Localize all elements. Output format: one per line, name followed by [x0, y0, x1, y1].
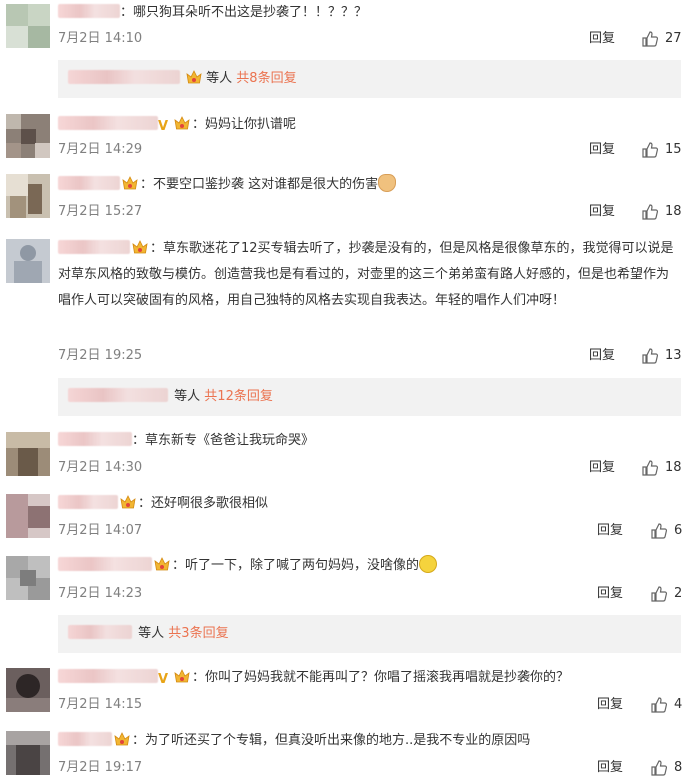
comment-meta: 7月2日 19:17 回复 8 [58, 758, 683, 778]
username[interactable] [58, 732, 112, 746]
like-count: 8 [674, 760, 683, 775]
comment-text: 哪只狗耳朵听不出这是抄袭了！！？？？ [133, 5, 368, 20]
comment-text: 还好啊很多歌很相似 [151, 496, 269, 511]
reply-total-link[interactable]: 共12条回复 [204, 389, 273, 404]
thumbs-up-icon [651, 586, 668, 602]
like-count: 13 [665, 348, 682, 363]
like-count: 15 [665, 142, 682, 157]
username[interactable] [58, 557, 152, 571]
reply-button[interactable]: 回复 [589, 29, 615, 49]
comment-date: 7月2日 19:17 [58, 760, 143, 775]
comment-meta: 7月2日 14:10 回复 27 [58, 29, 682, 49]
vip-crown-icon [119, 494, 137, 510]
pray-emoji-icon [378, 174, 397, 192]
thumbs-up-icon [642, 348, 659, 364]
username[interactable] [58, 495, 118, 509]
comment-date: 7月2日 14:07 [58, 523, 143, 538]
thumbs-up-icon [642, 31, 659, 47]
comment-meta: 7月2日 15:27 回复 18 [58, 202, 682, 222]
comment-date: 7月2日 14:30 [58, 460, 143, 475]
comment-meta: 7月2日 14:29 回复 15 [58, 140, 682, 160]
verified-v-icon: V [158, 672, 169, 687]
reply-users [68, 70, 180, 84]
like-count: 2 [674, 586, 683, 601]
like-count: 18 [665, 204, 682, 219]
comment-date: 7月2日 14:29 [58, 142, 143, 157]
thumbs-up-icon [642, 142, 659, 158]
comment-meta: 7月2日 19:25 回复 13 [58, 346, 682, 366]
avatar[interactable] [6, 4, 50, 48]
vip-crown-icon [173, 668, 191, 684]
like-count: 4 [674, 697, 683, 712]
reply-total-link[interactable]: 共3条回复 [168, 626, 228, 641]
vip-crown-icon [113, 731, 131, 747]
reply-users [68, 388, 168, 402]
comment-date: 7月2日 15:27 [58, 204, 143, 219]
username[interactable] [58, 176, 120, 190]
username[interactable] [58, 4, 120, 18]
reply-button[interactable]: 回复 [589, 140, 615, 160]
avatar[interactable] [6, 174, 50, 218]
comment-text: 妈妈让你扒谱呢 [205, 117, 297, 132]
reply-button[interactable]: 回复 [589, 202, 615, 222]
reply-button[interactable]: 回复 [589, 458, 615, 478]
thumbs-up-icon [651, 523, 668, 539]
comment-meta: 7月2日 14:30 回复 18 [58, 458, 682, 478]
comment-date: 7月2日 14:23 [58, 586, 143, 601]
vip-crown-icon [185, 69, 203, 85]
vip-crown-icon [131, 239, 149, 255]
reply-total-link[interactable]: 共8条回复 [236, 71, 296, 86]
avatar[interactable] [6, 239, 50, 283]
smile-emoji-icon [419, 555, 438, 573]
avatar[interactable] [6, 668, 50, 712]
comment-date: 7月2日 19:25 [58, 348, 143, 363]
like-count: 6 [674, 523, 683, 538]
reply-summary-bar[interactable]: 等人 共12条回复 [58, 378, 681, 416]
username[interactable] [58, 669, 158, 683]
comment-text: 听了一下，除了喊了两句妈妈，没啥像的 [185, 558, 420, 573]
comment-date: 7月2日 14:10 [58, 31, 143, 46]
comment-text: 草东新专《爸爸让我玩命哭》 [145, 433, 315, 448]
avatar[interactable] [6, 114, 50, 158]
username[interactable] [58, 432, 132, 446]
reply-button[interactable]: 回复 [597, 695, 623, 715]
comment-text: 不要空口鉴抄袭 这对谁都是很大的伤害 [153, 177, 379, 192]
reply-summary-bar[interactable]: 等人 共8条回复 [58, 60, 681, 98]
avatar[interactable] [6, 556, 50, 600]
comment-text: 为了听还买了个专辑，但真没听出来像的地方..是我不专业的原因吗 [145, 733, 531, 748]
comment-meta: 7月2日 14:23 回复 2 [58, 584, 683, 604]
thumbs-up-icon [651, 697, 668, 713]
vip-crown-icon [121, 175, 139, 191]
avatar[interactable] [6, 494, 50, 538]
comment-meta: 7月2日 14:15 回复 4 [58, 695, 683, 715]
username[interactable] [58, 116, 158, 130]
vip-crown-icon [173, 115, 191, 131]
avatar[interactable] [6, 432, 50, 476]
avatar[interactable] [6, 731, 50, 775]
username[interactable] [58, 240, 130, 254]
verified-v-icon: V [158, 119, 169, 134]
reply-users [68, 625, 132, 639]
like-count: 18 [665, 460, 682, 475]
reply-button[interactable]: 回复 [597, 584, 623, 604]
reply-summary-bar[interactable]: 等人 共3条回复 [58, 615, 681, 653]
vip-crown-icon [153, 556, 171, 572]
comment-meta: 7月2日 14:07 回复 6 [58, 521, 683, 541]
reply-button[interactable]: 回复 [597, 758, 623, 778]
like-count: 27 [665, 31, 682, 46]
thumbs-up-icon [642, 204, 659, 220]
thumbs-up-icon [651, 760, 668, 776]
comment-text: 你叫了妈妈我就不能再叫了？你唱了摇滚我再唱就是抄袭你的？ [205, 670, 570, 685]
thumbs-up-icon [642, 460, 659, 476]
reply-button[interactable]: 回复 [589, 346, 615, 366]
reply-button[interactable]: 回复 [597, 521, 623, 541]
comment-date: 7月2日 14:15 [58, 697, 143, 712]
